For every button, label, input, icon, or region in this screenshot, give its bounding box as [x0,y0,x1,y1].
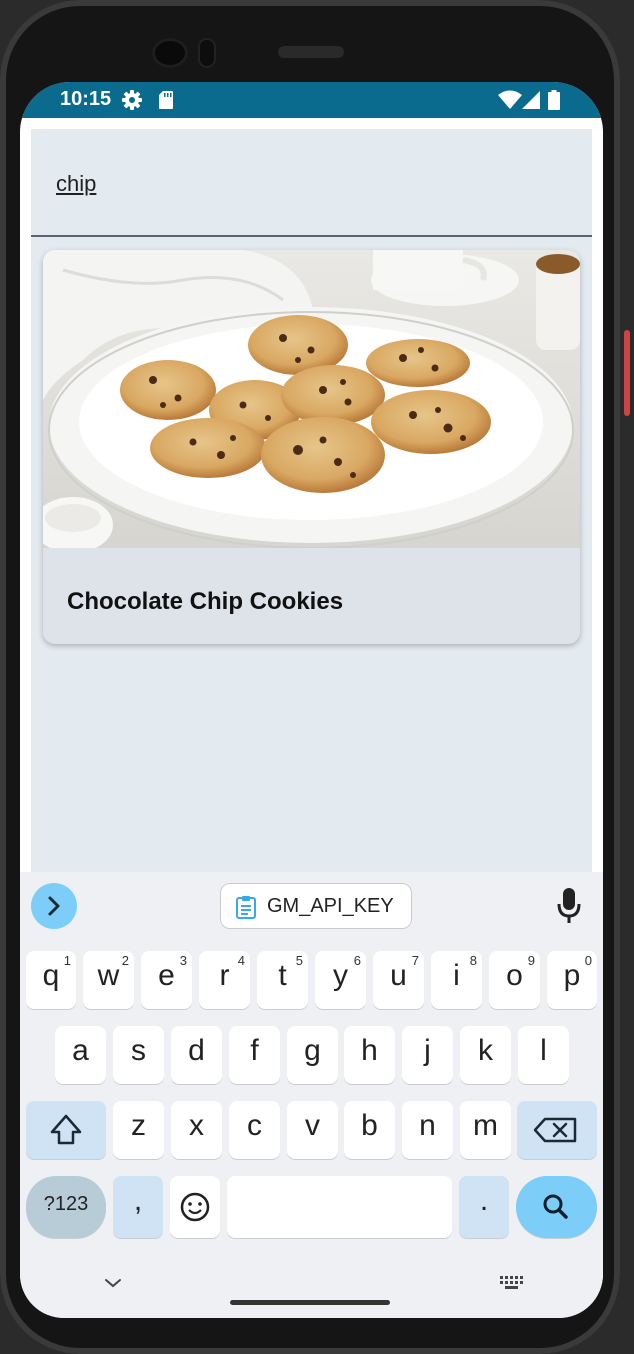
key-i[interactable]: 8i [431,951,482,1009]
key-d[interactable]: d [171,1026,222,1084]
key-label: v [305,1109,320,1142]
front-camera [152,38,188,68]
emoji-icon [180,1192,210,1222]
key-e[interactable]: 3e [141,951,192,1009]
key-l[interactable]: l [518,1026,569,1084]
key-label: p [563,959,581,992]
recipe-title: Chocolate Chip Cookies [67,588,344,615]
comma-key[interactable]: , [113,1176,163,1238]
backspace-icon [533,1117,577,1143]
key-b[interactable]: b [344,1101,395,1159]
key-g[interactable]: g [287,1026,338,1084]
key-y[interactable]: 6y [315,951,366,1009]
key-j[interactable]: j [402,1026,453,1084]
recipe-card[interactable]: Chocolate Chip Cookies [43,250,580,644]
soft-keyboard: GM_API_KEY 1q 2w 3e 4r 5t 6y 7u 8i 9o 0p… [20,872,603,1318]
key-label: s [131,1034,146,1067]
key-w[interactable]: 2w [83,951,134,1009]
key-label: i [453,959,460,992]
gear-icon [122,90,142,110]
search-input-text[interactable]: chip [56,171,96,197]
key-h[interactable]: h [344,1026,395,1084]
key-label: f [250,1034,259,1067]
key-label: c [247,1109,262,1142]
gesture-handle[interactable] [230,1300,390,1305]
key-label: e [158,959,175,992]
key-label: . [479,1184,489,1217]
microphone-icon[interactable] [555,886,583,926]
search-icon [543,1194,568,1219]
key-label: a [72,1034,89,1067]
key-label: ?123 [43,1193,89,1215]
key-label: n [419,1109,436,1142]
key-label: d [188,1034,205,1067]
navigation-bar [20,1262,603,1318]
shift-key[interactable] [26,1101,106,1159]
chevron-right-icon [48,896,60,916]
key-o[interactable]: 9o [489,951,540,1009]
key-label: q [42,959,60,992]
key-label: h [361,1034,378,1067]
key-s[interactable]: s [113,1026,164,1084]
key-q[interactable]: 1q [26,951,76,1009]
key-label: m [473,1109,498,1142]
key-x[interactable]: x [171,1101,222,1159]
clipboard-suggestion-text: GM_API_KEY [267,895,394,917]
period-key[interactable]: . [459,1176,509,1238]
key-label: r [219,959,230,992]
key-z[interactable]: z [113,1101,164,1159]
backspace-key[interactable] [517,1101,597,1159]
key-label: g [304,1034,321,1067]
space-key[interactable] [227,1176,452,1238]
signal-icon [522,91,540,109]
key-label: u [390,959,407,992]
clipboard-suggestion-chip[interactable]: GM_API_KEY [220,883,412,929]
key-label: l [540,1034,547,1067]
shift-icon [50,1114,82,1145]
recipe-image [43,250,580,548]
key-label: , [133,1184,143,1217]
key-u[interactable]: 7u [373,951,424,1009]
search-key[interactable] [516,1176,597,1238]
phone-frame: 10:15 chip Chocolate Chip Cookies GM_API… [0,0,620,1354]
key-p[interactable]: 0p [547,951,597,1009]
search-input[interactable]: chip [31,129,592,237]
key-label: t [278,959,287,992]
chevron-down-icon[interactable] [102,1276,124,1290]
key-label: x [189,1109,204,1142]
clipboard-icon [236,896,256,919]
screen: 10:15 chip Chocolate Chip Cookies GM_API… [20,82,603,1318]
wifi-icon [498,90,522,109]
keyboard-icon[interactable] [498,1274,524,1292]
key-v[interactable]: v [287,1101,338,1159]
app-content: chip Chocolate Chip Cookies [31,129,592,874]
emoji-key[interactable] [170,1176,220,1238]
key-label: y [333,959,348,992]
key-label: k [478,1034,493,1067]
key-m[interactable]: m [460,1101,511,1159]
key-label: o [506,959,523,992]
battery-icon [548,90,560,110]
status-time: 10:15 [60,88,112,110]
key-n[interactable]: n [402,1101,453,1159]
key-label: w [97,959,120,992]
key-label: j [424,1034,431,1067]
key-t[interactable]: 5t [257,951,308,1009]
key-label: z [131,1109,146,1142]
sdcard-icon [159,91,173,109]
key-a[interactable]: a [55,1026,106,1084]
earpiece-speaker [278,46,344,58]
key-r[interactable]: 4r [199,951,250,1009]
key-c[interactable]: c [229,1101,280,1159]
key-k[interactable]: k [460,1026,511,1084]
symbols-key[interactable]: ?123 [26,1176,106,1238]
sensor [198,38,216,68]
key-label: b [361,1109,378,1142]
keyboard-expand-button[interactable] [31,883,77,929]
status-bar: 10:15 [20,82,603,118]
key-f[interactable]: f [229,1026,280,1084]
side-button [624,330,630,416]
